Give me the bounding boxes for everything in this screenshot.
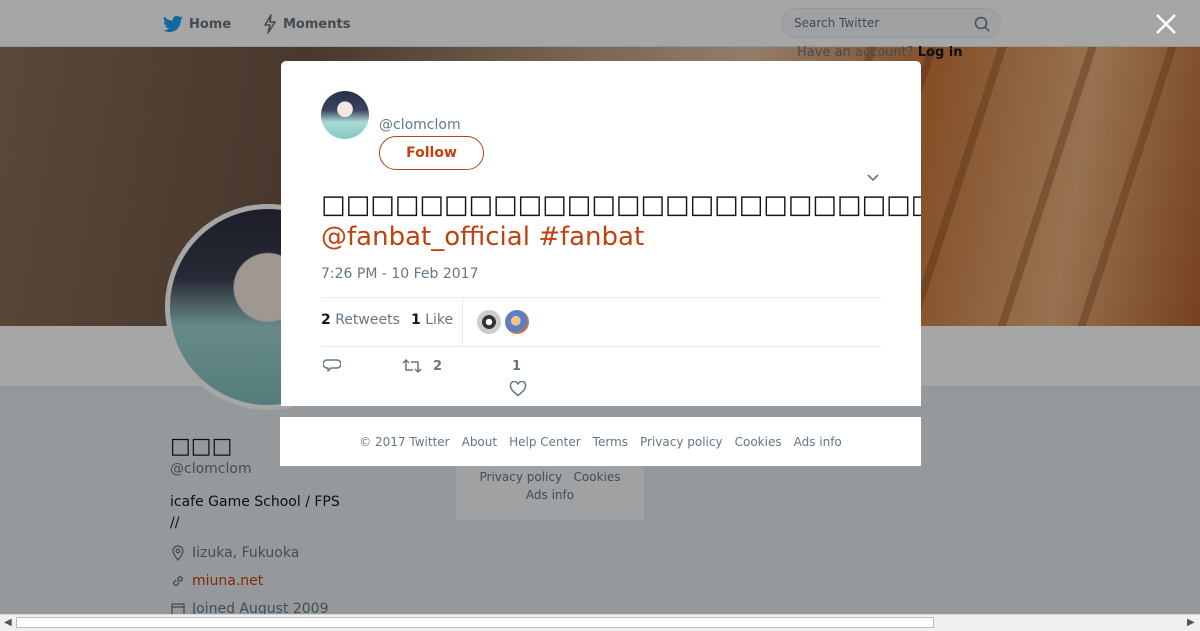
chevron-down-icon[interactable] [866, 173, 880, 183]
retweet-button[interactable]: 2 [401, 357, 442, 375]
footer-ads[interactable]: Ads info [794, 435, 842, 449]
footer-cookies[interactable]: Cookies [735, 435, 782, 449]
like-action-count: 1 [512, 359, 522, 374]
footer-copyright: © 2017 Twitter [359, 434, 450, 449]
tweet-author-handle[interactable]: @clomclom [379, 117, 461, 133]
retweet-action-count: 2 [433, 358, 443, 374]
retweets-count: 2 [321, 312, 331, 328]
close-icon[interactable] [1155, 13, 1177, 35]
heart-icon[interactable] [509, 381, 527, 397]
tweet-timestamp[interactable]: 7:26 PM - 10 Feb 2017 [321, 266, 479, 282]
retweets-label: Retweets [335, 312, 400, 328]
liker-avatar[interactable] [505, 310, 529, 334]
likes-count: 1 [411, 312, 421, 328]
scroll-right-arrow-icon[interactable]: ▶ [1187, 617, 1195, 628]
tweet-text: □□□□□□□□□□□□□□□□□□□□□□□□□□□□□□□□□□□□□□□□… [321, 189, 921, 253]
footer-privacy[interactable]: Privacy policy [640, 435, 723, 449]
scroll-left-arrow-icon[interactable]: ◀ [4, 617, 12, 628]
tweet-actions: 2 1 [321, 353, 881, 403]
tweet-body: □□□□□□□□□□□□□□□□□□□□□□□□□□□□□□□□□□□□□□□□… [321, 190, 921, 220]
follow-button[interactable]: Follow [379, 136, 484, 170]
retweets-stat[interactable]: 2 Retweets [321, 312, 400, 328]
tweet-mention[interactable]: @fanbat_official [321, 222, 530, 252]
tweet-author-avatar[interactable] [321, 91, 369, 139]
liker-avatar[interactable] [477, 310, 501, 334]
footer-about[interactable]: About [462, 435, 497, 449]
tweet-stats: 2 Retweets 1 Like [321, 297, 881, 347]
likes-stat[interactable]: 1 Like [411, 312, 453, 328]
reply-icon [323, 359, 341, 372]
stats-divider [462, 298, 463, 346]
likes-label: Like [425, 312, 454, 328]
footer-terms[interactable]: Terms [593, 435, 628, 449]
footer-help[interactable]: Help Center [509, 435, 581, 449]
retweet-icon [402, 358, 422, 374]
reply-button[interactable] [323, 357, 341, 375]
horizontal-scrollbar[interactable]: ◀ ▶ [0, 614, 1200, 631]
scrollbar-thumb[interactable] [16, 617, 934, 628]
tweet-hashtag[interactable]: #fanbat [538, 222, 644, 252]
tweet-modal: @clomclom Follow □□□□□□□□□□□□□□□□□□□□□□□… [281, 61, 921, 406]
modal-footer: © 2017 Twitter About Help Center Terms P… [280, 417, 921, 466]
